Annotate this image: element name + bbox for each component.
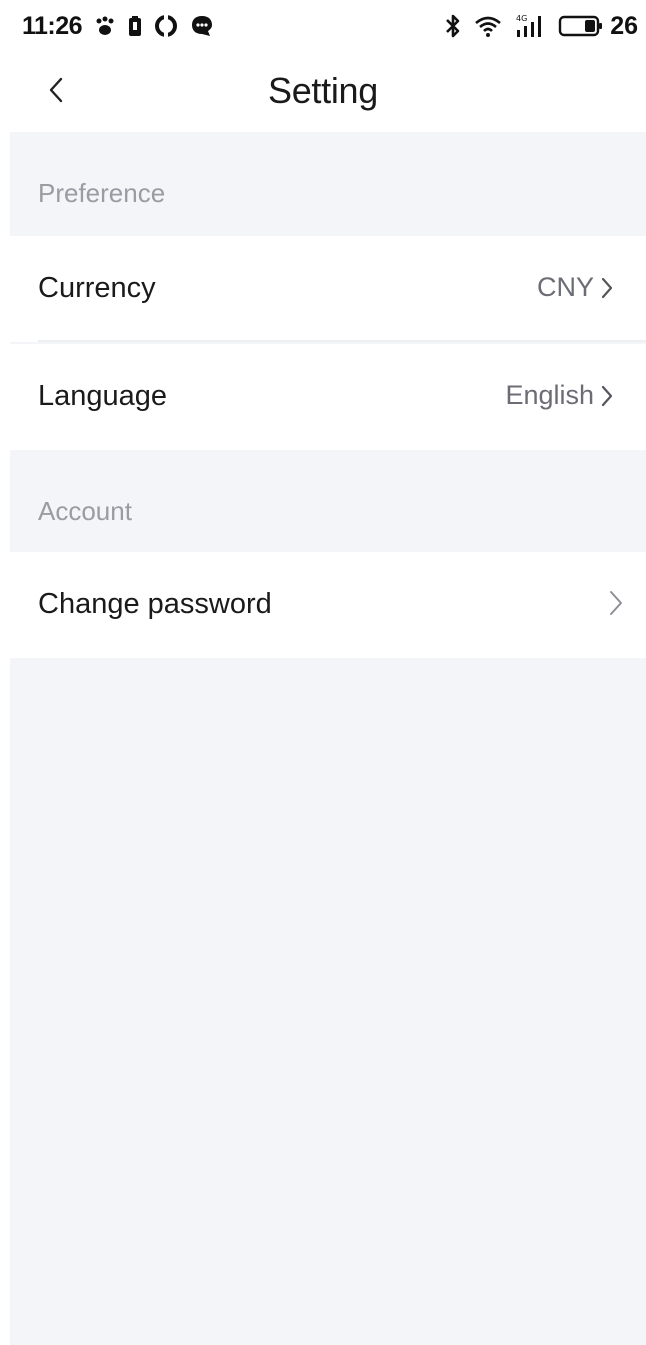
sync-icon xyxy=(154,14,178,38)
battery-level: 26 xyxy=(610,11,638,40)
language-value-group: English xyxy=(505,380,614,411)
section-header-account: Account xyxy=(10,450,646,554)
chevron-right-icon xyxy=(600,383,614,409)
status-bar-right: 4G 26 xyxy=(444,12,638,41)
section-header-preference: Preference xyxy=(10,132,646,236)
change-password-label: Change password xyxy=(38,588,272,620)
currency-value: CNY xyxy=(536,272,594,302)
chevron-right-icon xyxy=(608,588,624,618)
settings-content: Preference Currency CNY Language English xyxy=(10,132,646,1345)
language-label: Language xyxy=(38,380,168,412)
currency-value-group: CNY xyxy=(537,272,614,303)
network-label: 4G xyxy=(516,14,527,23)
section-title-preference: Preference xyxy=(38,178,166,208)
settings-screen: 11:26 4G 26 Setting Preference Currency … xyxy=(0,0,646,1345)
status-bar: 11:26 4G 26 xyxy=(0,0,646,52)
bluetooth-icon xyxy=(444,13,462,39)
paw-icon xyxy=(94,15,116,37)
status-time: 11:26 xyxy=(22,11,83,40)
signal-4g-icon: 4G xyxy=(514,13,546,39)
language-row[interactable]: Language English xyxy=(10,344,646,450)
change-password-value-group xyxy=(608,588,624,618)
nav-bar: Setting xyxy=(0,52,646,132)
status-bar-left: 11:26 xyxy=(22,12,214,41)
wifi-icon xyxy=(474,14,502,38)
section-title-account: Account xyxy=(38,496,132,526)
chevron-right-icon xyxy=(600,275,614,301)
chat-icon xyxy=(190,14,214,38)
battery-saver-icon xyxy=(128,15,142,37)
change-password-row[interactable]: Change password xyxy=(10,552,646,658)
currency-label: Currency xyxy=(38,272,156,304)
battery-icon xyxy=(558,14,604,38)
language-value: English xyxy=(505,380,594,410)
page-title: Setting xyxy=(268,70,378,111)
row-divider xyxy=(38,340,646,342)
currency-row[interactable]: Currency CNY xyxy=(10,236,646,342)
